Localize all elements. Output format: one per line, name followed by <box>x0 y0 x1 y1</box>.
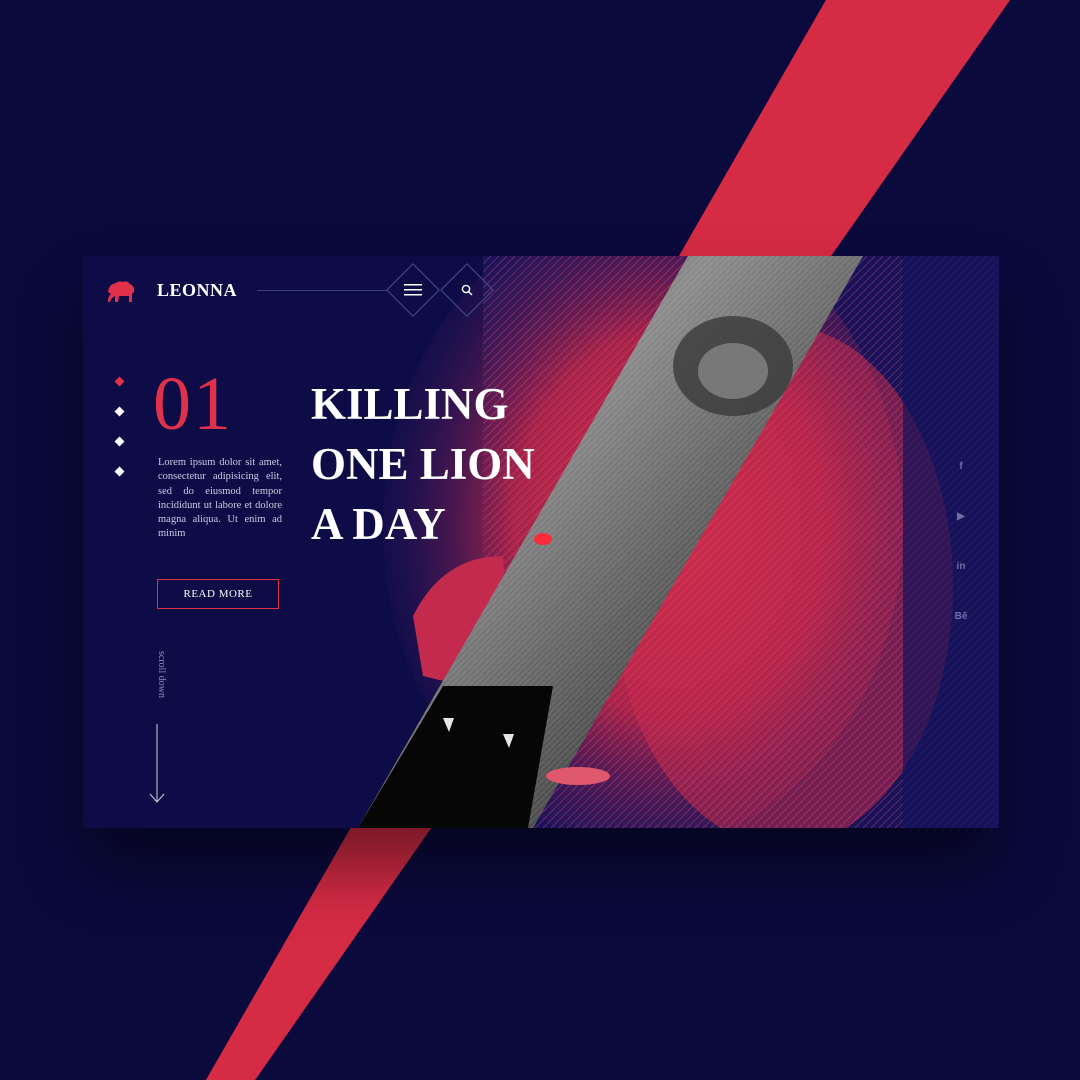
pager-dot-1[interactable] <box>114 376 125 387</box>
read-more-button[interactable]: READ MORE <box>157 579 279 609</box>
lion-logo-icon[interactable] <box>105 278 137 304</box>
hamburger-icon <box>404 284 422 296</box>
headline-line-1: KILLING <box>311 379 509 429</box>
hero-card: LEONNA 01 Lorem ipsum dolor sit amet, co… <box>83 256 999 828</box>
pager-dot-4[interactable] <box>114 466 125 477</box>
youtube-icon[interactable]: ▶ <box>951 506 971 526</box>
slide-description: Lorem ipsum dolor sit amet, consectetur … <box>158 457 282 540</box>
headline-line-3: A DAY <box>311 499 446 549</box>
headline-line-2: ONE LION <box>311 439 535 489</box>
search-button[interactable] <box>441 264 493 316</box>
menu-button[interactable] <box>387 264 439 316</box>
hero-headline: KILLING ONE LION A DAY <box>311 374 571 554</box>
brand-name[interactable]: LEONNA <box>157 280 237 301</box>
scroll-down-label: scroll down <box>156 651 167 698</box>
pager-dot-2[interactable] <box>114 406 125 417</box>
social-links: f ▶ in Bē <box>951 456 971 656</box>
pager-dot-3[interactable] <box>114 436 125 447</box>
header-divider <box>257 290 387 291</box>
behance-icon[interactable]: Bē <box>951 606 971 626</box>
slide-pager <box>114 376 129 498</box>
linkedin-icon[interactable]: in <box>951 556 971 576</box>
facebook-icon[interactable]: f <box>951 456 971 476</box>
slide-number: 01 <box>153 362 233 446</box>
arrow-down-icon[interactable] <box>149 724 165 804</box>
search-icon <box>461 284 473 296</box>
